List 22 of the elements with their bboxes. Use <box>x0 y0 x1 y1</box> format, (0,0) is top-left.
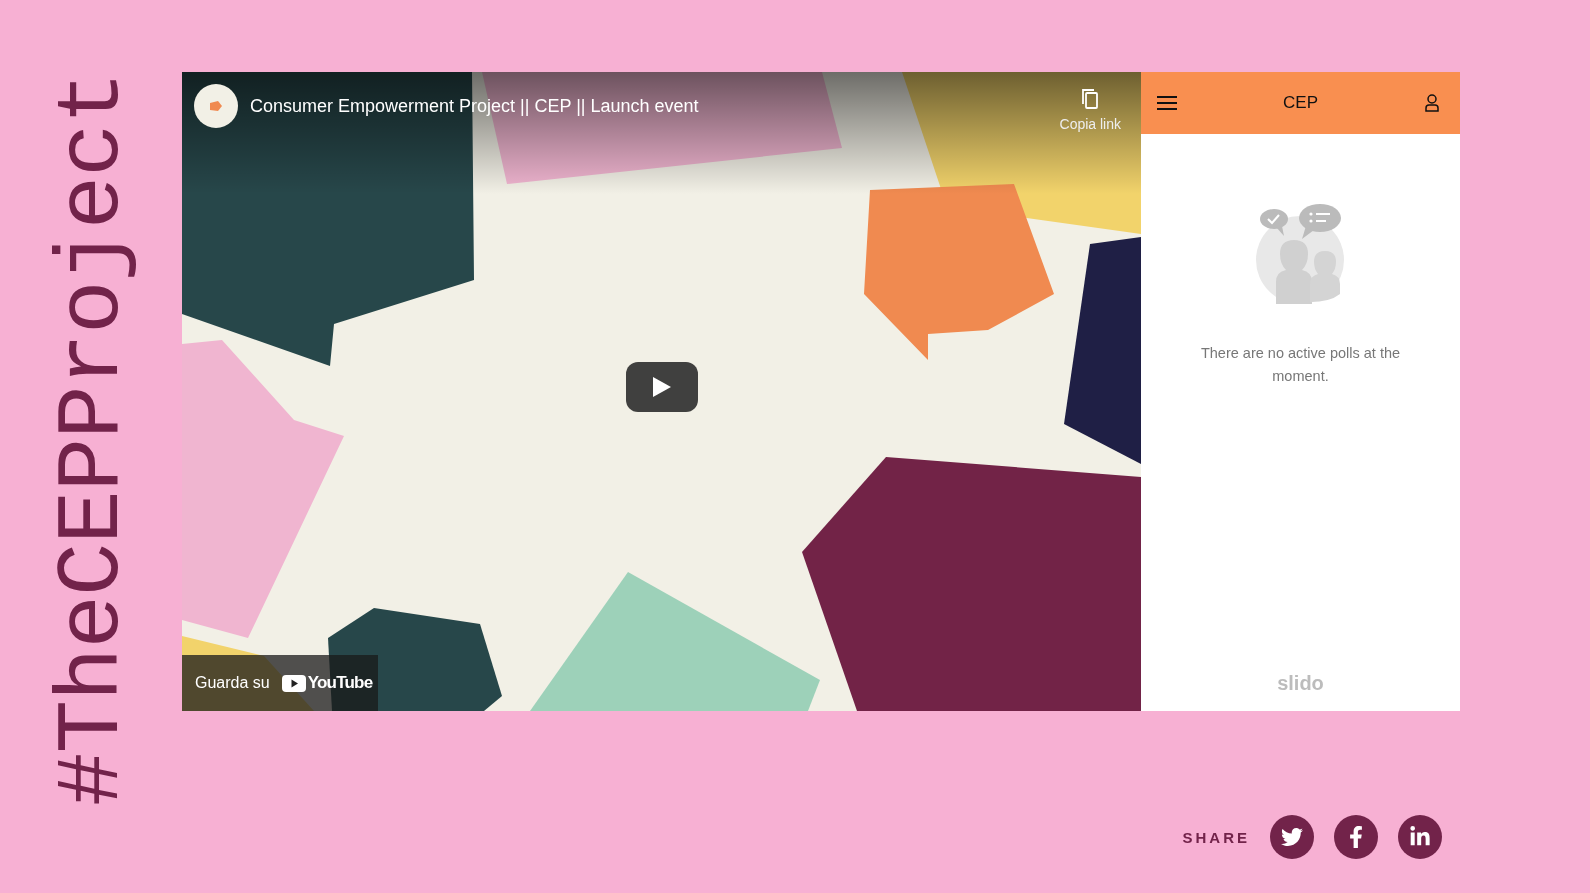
panel-title: CEP <box>1283 93 1318 113</box>
share-label: SHARE <box>1182 828 1250 846</box>
menu-icon <box>1157 96 1177 110</box>
play-logo-icon <box>281 674 306 692</box>
youtube-wordmark: YouTube <box>307 673 373 693</box>
watch-on-youtube-link[interactable]: Guarda su YouTube <box>182 655 378 711</box>
slido-logo: slido <box>1277 672 1324 695</box>
share-link[interactable] <box>1334 815 1378 859</box>
profile-button[interactable] <box>1424 94 1440 112</box>
share-link[interactable] <box>1270 815 1314 859</box>
user-icon <box>1424 94 1440 112</box>
play-button[interactable] <box>626 362 698 412</box>
logo-icon <box>209 100 223 112</box>
play-icon <box>653 377 671 397</box>
copy-icon <box>1080 88 1101 110</box>
linkedin-icon <box>1409 826 1431 848</box>
twitter-icon <box>1281 826 1303 848</box>
share-link[interactable] <box>1398 815 1442 859</box>
hashtag: #TheCEPProject <box>48 72 138 806</box>
watch-on-label: Guarda su <box>195 674 270 692</box>
empty-message: There are no active polls at the moment. <box>1200 344 1401 386</box>
menu-button[interactable] <box>1157 96 1177 110</box>
